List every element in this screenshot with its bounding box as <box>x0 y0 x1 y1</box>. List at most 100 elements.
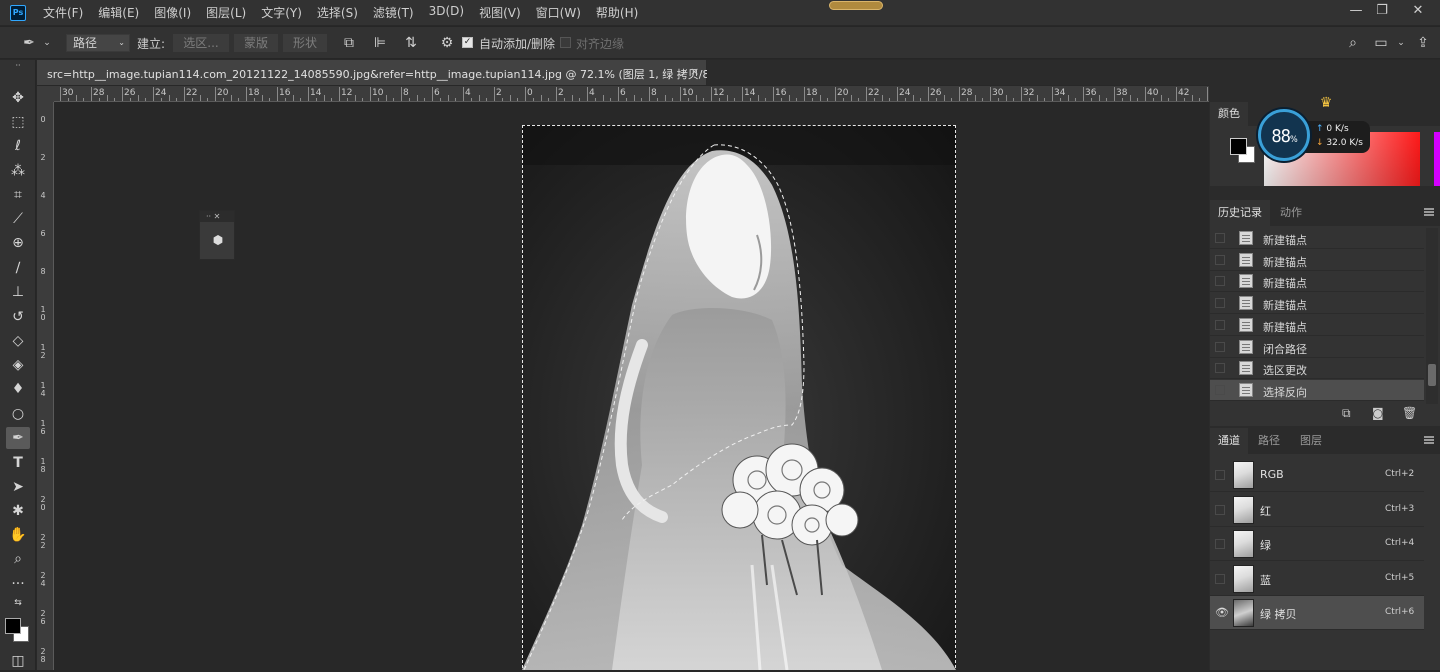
menu-item-6[interactable]: 滤镜(T) <box>373 4 414 21</box>
custom-shape-tool-icon[interactable]: ✱ <box>6 500 30 522</box>
document-image[interactable] <box>522 125 956 670</box>
menu-item-8[interactable]: 视图(V) <box>479 4 521 21</box>
clone-stamp-tool-icon[interactable]: ⊥ <box>6 281 30 303</box>
history-source-checkbox[interactable] <box>1215 298 1225 309</box>
foreground-color-chip[interactable] <box>1230 138 1247 155</box>
history-source-checkbox[interactable] <box>1215 384 1225 395</box>
restore-icon[interactable]: ❐ <box>1372 2 1392 20</box>
menu-item-1[interactable]: 编辑(E) <box>98 4 139 21</box>
tab-paths[interactable]: 路径 <box>1250 428 1288 454</box>
marquee-tool-icon[interactable]: ⬚ <box>6 111 30 133</box>
vertical-ruler[interactable]: 0 2 4 6 8 1 0 1 2 1 4 1 6 1 8 2 0 2 2 2 4 2 6 2 8 <box>37 102 54 670</box>
path-operations-icon[interactable]: ⧉ <box>340 34 358 52</box>
menu-item-5[interactable]: 选择(S) <box>317 4 358 21</box>
history-source-checkbox[interactable] <box>1215 341 1225 352</box>
history-scroll-thumb[interactable] <box>1428 364 1436 386</box>
dodge-tool-icon[interactable]: ○ <box>6 403 30 425</box>
auto-add-delete-checkbox[interactable]: ✓ <box>462 37 473 48</box>
make-mask-button[interactable]: 蒙版 <box>234 34 278 52</box>
eraser-tool-icon[interactable]: ◇ <box>6 330 30 352</box>
menu-item-7[interactable]: 3D(D) <box>429 4 464 21</box>
menu-item-10[interactable]: 帮助(H) <box>596 4 638 21</box>
history-item[interactable]: 新建锚点 <box>1210 271 1424 293</box>
close-window-icon[interactable]: ✕ <box>1408 2 1428 20</box>
visibility-toggle[interactable] <box>1215 573 1225 584</box>
workspace-icon[interactable]: ▭ <box>1372 34 1390 52</box>
quick-mask-icon[interactable]: ◫ <box>6 650 30 672</box>
history-scrollbar[interactable] <box>1426 228 1438 404</box>
foreground-color-swatch[interactable] <box>5 618 21 634</box>
3d-icon[interactable]: ⬢ <box>210 233 226 247</box>
menu-item-3[interactable]: 图层(L) <box>206 4 246 21</box>
grip-icon[interactable]: ·· <box>6 62 30 70</box>
minimize-icon[interactable]: — <box>1346 2 1366 20</box>
pen-tool-icon[interactable]: ✒ <box>6 427 30 449</box>
mini-panel-header[interactable]: ·· ✕ <box>200 211 234 222</box>
align-edges-checkbox[interactable] <box>560 37 571 48</box>
horizontal-ruler[interactable]: 30 28 26 24 22 20 18 16 14 12 10 8 6 4 2 0 2 4 6 8 10 12 14 16 1… <box>54 86 1209 102</box>
history-item[interactable]: 新建锚点 <box>1210 228 1424 249</box>
tab-color[interactable]: 颜色 <box>1210 102 1248 126</box>
close-tab-icon[interactable]: × <box>690 65 699 78</box>
chevron-down-icon[interactable]: ⌄ <box>1392 34 1410 52</box>
more-tools-icon[interactable]: ··· <box>6 573 30 595</box>
history-item[interactable]: 选择反向 <box>1210 379 1424 401</box>
tab-layers[interactable]: 图层 <box>1292 428 1330 454</box>
channel-row[interactable]: 绿 Ctrl+4 <box>1210 527 1424 561</box>
history-source-checkbox[interactable] <box>1215 254 1225 265</box>
hue-slider[interactable] <box>1434 132 1440 186</box>
history-item[interactable]: 新建锚点 <box>1210 293 1424 315</box>
history-brush-tool-icon[interactable]: ↺ <box>6 306 30 328</box>
gear-icon[interactable]: ⚙ <box>438 34 456 52</box>
menu-item-2[interactable]: 图像(I) <box>154 4 191 21</box>
menu-item-9[interactable]: 窗口(W) <box>536 4 581 21</box>
eyedropper-tool-icon[interactable]: ⟋ <box>6 208 30 230</box>
pen-tool-preset-icon[interactable]: ✒ <box>20 34 38 52</box>
new-document-from-state-icon[interactable]: ⧉ <box>1342 406 1358 422</box>
eye-icon[interactable]: 👁 <box>1215 607 1229 618</box>
history-item[interactable]: 选区更改 <box>1210 358 1424 380</box>
swap-colors-icon[interactable]: ⇆ <box>6 596 30 610</box>
chevron-down-icon[interactable]: ⌄ <box>38 34 56 52</box>
tab-channels[interactable]: 通道 <box>1210 428 1248 454</box>
tab-history[interactable]: 历史记录 <box>1210 200 1270 226</box>
panel-menu-icon[interactable] <box>1424 436 1434 444</box>
history-source-checkbox[interactable] <box>1215 276 1225 287</box>
path-arrangement-icon[interactable]: ⇅ <box>402 34 420 52</box>
channel-row[interactable]: 蓝 Ctrl+5 <box>1210 561 1424 596</box>
history-item[interactable]: 新建锚点 <box>1210 249 1424 271</box>
lasso-tool-icon[interactable]: ℓ <box>6 135 30 157</box>
search-icon[interactable]: ⌕ <box>1344 34 1362 52</box>
visibility-toggle[interactable] <box>1215 470 1225 480</box>
visibility-toggle[interactable] <box>1215 504 1225 515</box>
history-source-checkbox[interactable] <box>1215 233 1225 243</box>
crop-tool-icon[interactable]: ⌗ <box>6 184 30 206</box>
share-icon[interactable]: ⇪ <box>1414 34 1432 52</box>
canvas-area[interactable]: ·· ✕ ⬢ <box>54 103 1209 670</box>
history-item[interactable]: 闭合路径 <box>1210 336 1424 358</box>
network-speed-widget[interactable]: ↑ 0 K/s ↓ 32.0 K/s 88% ♛ <box>1258 95 1370 161</box>
healing-brush-tool-icon[interactable]: ⊕ <box>6 232 30 254</box>
history-source-checkbox[interactable] <box>1215 363 1225 374</box>
move-tool-icon[interactable]: ✥ <box>6 87 30 109</box>
channel-row[interactable]: RGB Ctrl+2 <box>1210 458 1424 492</box>
path-selection-tool-icon[interactable]: ➤ <box>6 476 30 498</box>
document-tab[interactable]: src=http__image.tupian114.com_20121122_1… <box>37 60 723 85</box>
type-tool-icon[interactable]: T <box>6 452 30 474</box>
panel-menu-icon[interactable] <box>1424 208 1434 216</box>
menu-item-4[interactable]: 文字(Y) <box>261 4 302 21</box>
make-shape-button[interactable]: 形状 <box>283 34 327 52</box>
zoom-tool-icon[interactable]: ⌕ <box>6 548 30 570</box>
floating-mini-panel[interactable]: ·· ✕ ⬢ <box>199 210 235 260</box>
history-item[interactable]: 新建锚点 <box>1210 314 1424 336</box>
visibility-toggle[interactable] <box>1215 539 1225 549</box>
channel-row[interactable]: 红 Ctrl+3 <box>1210 492 1424 527</box>
pen-mode-select[interactable]: 路径 ⌄ <box>66 34 130 52</box>
hand-tool-icon[interactable]: ✋ <box>6 524 30 546</box>
channel-row[interactable]: 👁 绿 拷贝 Ctrl+6 <box>1210 596 1424 630</box>
quick-selection-tool-icon[interactable]: ⁂ <box>6 160 30 182</box>
brush-tool-icon[interactable]: ∕ <box>6 257 30 279</box>
camera-icon[interactable]: ◙ <box>1372 406 1388 422</box>
path-alignment-icon[interactable]: ⊫ <box>371 34 389 52</box>
menu-item-0[interactable]: 文件(F) <box>43 4 83 21</box>
